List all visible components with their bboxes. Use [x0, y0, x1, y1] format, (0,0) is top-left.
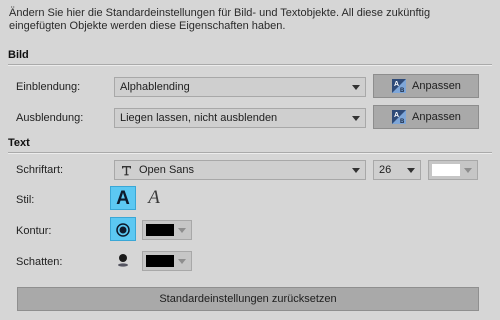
font-dropdown[interactable]: Open Sans — [114, 160, 366, 180]
font-color-dropdown[interactable] — [428, 160, 478, 180]
style-normal-button[interactable]: A — [110, 186, 136, 210]
stil-label: Stil: — [16, 194, 35, 206]
font-color-swatch — [432, 164, 460, 176]
transition-ab-icon: A B — [392, 79, 406, 93]
font-size-value: 26 — [379, 164, 392, 176]
section-title-text: Text — [8, 137, 30, 149]
chevron-down-icon — [407, 168, 415, 173]
outline-icon — [116, 223, 130, 237]
section-title-bild: Bild — [8, 49, 29, 61]
svg-text:A: A — [394, 112, 399, 119]
chevron-down-icon — [352, 116, 360, 121]
chevron-down-icon — [178, 259, 186, 264]
svg-text:A: A — [394, 81, 399, 88]
ausblendung-value: Liegen lassen, nicht ausblenden — [120, 112, 278, 124]
kontur-color-dropdown[interactable] — [142, 220, 192, 240]
chevron-down-icon — [352, 85, 360, 90]
font-size-dropdown[interactable]: 26 — [373, 160, 421, 180]
intro-text: Ändern Sie hier die Standardeinstellunge… — [9, 7, 431, 32]
svg-text:B: B — [400, 119, 405, 124]
schatten-label: Schatten: — [16, 256, 63, 268]
ausblendung-anpassen-label: Anpassen — [412, 111, 461, 123]
truetype-font-icon — [122, 166, 131, 176]
kontur-color-swatch — [146, 224, 174, 236]
ausblendung-dropdown[interactable]: Liegen lassen, nicht ausblenden — [114, 108, 366, 128]
kontur-toggle[interactable] — [110, 217, 136, 241]
schatten-color-swatch — [146, 255, 174, 267]
svg-text:B: B — [400, 88, 405, 93]
schatten-color-dropdown[interactable] — [142, 251, 192, 271]
style-italic-button[interactable]: A — [141, 186, 167, 210]
font-value: Open Sans — [139, 164, 195, 176]
style-italic-label: A — [148, 187, 160, 208]
einblendung-dropdown[interactable]: Alphablending — [114, 77, 366, 97]
shadow-icon — [118, 254, 128, 267]
section-divider-bild — [8, 64, 492, 66]
einblendung-value: Alphablending — [120, 81, 190, 93]
reset-defaults-label: Standardeinstellungen zurücksetzen — [159, 293, 337, 305]
style-normal-label: A — [116, 188, 130, 209]
einblendung-anpassen-button[interactable]: A B Anpassen — [373, 74, 479, 98]
chevron-down-icon — [178, 228, 186, 233]
reset-defaults-button[interactable]: Standardeinstellungen zurücksetzen — [17, 287, 479, 311]
ausblendung-anpassen-button[interactable]: A B Anpassen — [373, 105, 479, 129]
einblendung-label: Einblendung: — [16, 81, 81, 93]
schriftart-label: Schriftart: — [16, 164, 64, 176]
kontur-label: Kontur: — [16, 225, 52, 237]
chevron-down-icon — [464, 168, 472, 173]
einblendung-anpassen-label: Anpassen — [412, 80, 461, 92]
schatten-toggle[interactable] — [110, 248, 136, 272]
chevron-down-icon — [352, 168, 360, 173]
transition-ab-icon: A B — [392, 110, 406, 124]
section-divider-text — [8, 152, 492, 154]
ausblendung-label: Ausblendung: — [16, 112, 84, 124]
